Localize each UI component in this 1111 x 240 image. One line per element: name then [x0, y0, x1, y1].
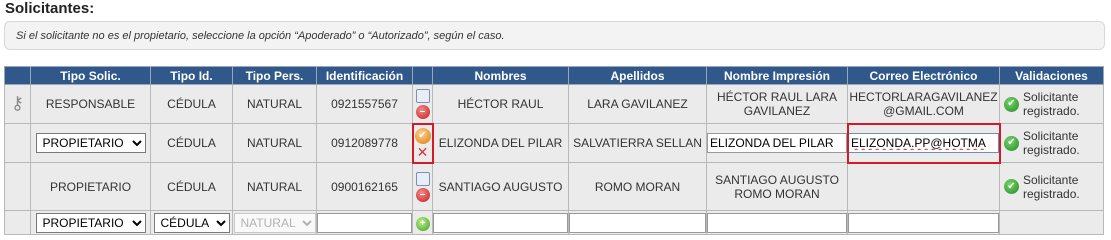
nombre-impresion-input[interactable]: [707, 133, 847, 153]
header-nombres: Nombres: [432, 66, 569, 85]
actions-cell: –: [412, 84, 433, 124]
cell-identificacion: 0912089778: [316, 123, 413, 163]
cell-nombre-impresion: [706, 123, 848, 163]
confirm-icon[interactable]: ✔: [414, 128, 431, 144]
cell-tipo-pers: NATURAL: [232, 123, 317, 163]
check-icon: ✔: [1004, 179, 1019, 194]
validacion-text: Solicitante registrado.: [1023, 172, 1080, 201]
tipo-solic-select[interactable]: PROPIETARIO: [35, 133, 146, 153]
new-tipo-id-select[interactable]: CÉDULA: [153, 212, 230, 233]
edit-document-icon[interactable]: [415, 89, 430, 103]
table-row: PROPIETARIO CÉDULA NATURAL 0900162165 – …: [4, 162, 1104, 211]
validacion-text: Solicitante registrado.: [1023, 129, 1080, 157]
new-identificacion-input[interactable]: [317, 212, 412, 233]
table-row: ⚷ RESPONSABLE CÉDULA NATURAL 0921557567 …: [4, 84, 1104, 124]
cell-nombres: HÉCTOR RAUL: [432, 84, 569, 124]
cell-tipo-id: CÉDULA: [150, 123, 233, 163]
header-validaciones: Validaciones: [999, 66, 1104, 85]
new-identificacion-cell: [316, 210, 413, 235]
new-tipo-pers-select: NATURAL: [233, 212, 316, 233]
section-title: Solicitantes:: [5, 0, 95, 17]
cell-tipo-solic: PROPIETARIO: [30, 162, 151, 211]
cell-tipo-pers: NATURAL: [232, 84, 317, 124]
edit-document-icon[interactable]: [415, 171, 430, 186]
empty-cell: [4, 123, 31, 163]
header-apellidos: Apellidos: [568, 66, 707, 85]
new-apellidos-input[interactable]: [569, 212, 706, 233]
correo-input[interactable]: [848, 133, 999, 153]
new-nombre-impresion-input[interactable]: [707, 212, 847, 233]
check-icon: ✔: [1004, 96, 1019, 112]
header-nombre-impresion: Nombre Impresión: [706, 66, 848, 85]
table-row-editing: PROPIETARIO CÉDULA NATURAL 0912089778 ✔ …: [4, 122, 1104, 164]
new-actions-cell: +: [412, 210, 433, 235]
new-correo-cell: [847, 210, 1000, 235]
key-cell: ⚷: [4, 84, 31, 124]
add-icon[interactable]: +: [415, 216, 430, 231]
new-tipo-solic-cell: PROPIETARIO: [30, 210, 151, 235]
cell-validacion: ✔ Solicitante registrado.: [999, 123, 1104, 163]
cell-apellidos: LARA GAVILANEZ: [568, 84, 707, 124]
new-apellidos-cell: [568, 210, 707, 235]
new-nombre-impresion-cell: [706, 210, 848, 235]
cell-correo: HECTORLARAGAVILANEZ@GMAIL.COM: [847, 84, 1000, 124]
header-identificacion: Identificación: [316, 66, 413, 85]
header-tipo-pers: Tipo Pers.: [232, 66, 317, 85]
cell-nombre-impresion: HÉCTOR RAUL LARA GAVILANEZ: [706, 84, 848, 124]
cell-correo: [847, 162, 1000, 211]
header-correo: Correo Electrónico: [847, 66, 1000, 85]
cell-validacion: ✔ Solicitante registrado.: [999, 162, 1104, 211]
new-validacion-cell: [999, 210, 1104, 235]
empty-cell: [4, 162, 31, 211]
new-row: PROPIETARIO CÉDULA NATURAL +: [4, 210, 1104, 235]
header-actions: [412, 66, 433, 85]
cell-nombres: ELIZONDA DEL PILAR: [432, 123, 569, 163]
header-tipo-id: Tipo Id.: [150, 66, 233, 85]
cell-nombre-impresion: SANTIAGO AUGUSTO ROMO MORAN: [706, 162, 848, 211]
new-nombres-cell: [432, 210, 569, 235]
new-tipo-id-cell: CÉDULA: [150, 210, 233, 235]
cell-validacion: ✔ Solicitante registrado.: [999, 84, 1104, 124]
header-empty: [4, 66, 31, 85]
cell-correo-highlighted: [846, 122, 1001, 164]
new-tipo-solic-select[interactable]: PROPIETARIO: [35, 212, 146, 233]
cell-apellidos: ROMO MORAN: [568, 162, 707, 211]
notice-text: Si el solicitante no es el propietario, …: [16, 30, 505, 42]
cell-identificacion: 0900162165: [316, 162, 413, 211]
cell-tipo-pers: NATURAL: [232, 162, 317, 211]
actions-cell: –: [412, 162, 433, 211]
new-nombres-input[interactable]: [433, 212, 568, 233]
remove-icon[interactable]: –: [415, 187, 430, 202]
validacion-text: Solicitante registrado.: [1023, 90, 1080, 118]
cell-tipo-id: CÉDULA: [150, 162, 233, 211]
cell-tipo-id: CÉDULA: [150, 84, 233, 124]
cell-nombres: SANTIAGO AUGUSTO: [432, 162, 569, 211]
table-header-row: Tipo Solic. Tipo Id. Tipo Pers. Identifi…: [4, 66, 1104, 85]
empty-cell: [4, 210, 31, 235]
actions-cell-highlighted: ✔ ✕: [411, 122, 434, 164]
cell-tipo-solic: PROPIETARIO: [30, 123, 151, 163]
cancel-x-icon[interactable]: ✕: [417, 145, 429, 159]
cell-identificacion: 0921557567: [316, 84, 413, 124]
cell-tipo-solic: RESPONSABLE: [30, 84, 151, 124]
solicitantes-table: Tipo Solic. Tipo Id. Tipo Pers. Identifi…: [4, 66, 1104, 235]
remove-icon[interactable]: –: [415, 105, 430, 119]
cell-apellidos: SALVATIERRA SELLAN: [568, 123, 707, 163]
key-icon: ⚷: [10, 93, 25, 113]
header-tipo-solic: Tipo Solic.: [30, 66, 151, 85]
new-correo-input[interactable]: [848, 212, 999, 233]
notice-box: Si el solicitante no es el propietario, …: [4, 21, 1105, 50]
new-tipo-pers-cell: NATURAL: [232, 210, 317, 235]
check-icon: ✔: [1004, 135, 1019, 151]
